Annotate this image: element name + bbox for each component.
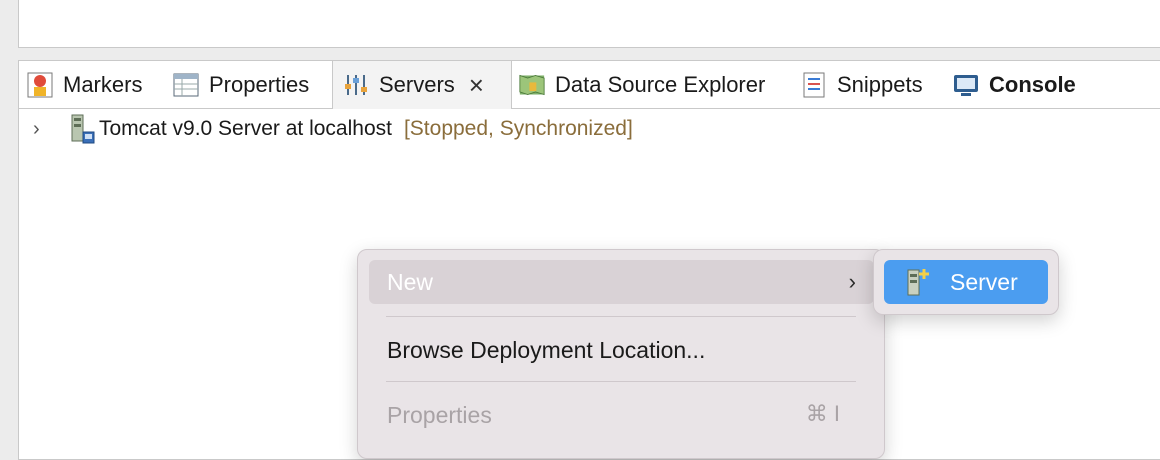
properties-icon [173,73,199,97]
menu-item-label: New [387,268,434,295]
menu-item-label: Properties [387,401,492,428]
menu-separator [386,381,856,382]
server-icon [71,114,95,144]
chevron-right-icon: › [848,269,856,294]
menu-item-new[interactable]: New › [369,260,874,304]
server-tree-item[interactable]: › Tomcat v9.0 Server at localhost [Stopp… [19,113,633,145]
new-submenu: Server [873,249,1059,315]
tab-servers[interactable]: Servers × [332,61,512,109]
markers-icon [27,72,53,98]
tab-label: Properties [209,72,310,97]
menu-item-properties: Properties ⌘ I [369,393,874,437]
tab-properties[interactable]: Properties [173,61,309,109]
tab-console[interactable]: Console [953,61,1076,109]
tab-label: Data Source Explorer [555,72,766,97]
chevron-right-icon[interactable]: › [33,118,47,141]
console-icon [954,75,978,96]
context-menu: New › Browse Deployment Location... Prop… [357,249,885,459]
menu-item-label: Browse Deployment Location... [387,336,706,363]
new-server-icon [907,269,929,296]
servers-icon [345,75,367,95]
tab-data-source-explorer[interactable]: Data Source Explorer [519,61,765,109]
snippets-icon [803,72,825,98]
tab-label: Console [989,72,1076,97]
menu-separator [386,316,856,317]
tab-label: Servers [379,72,455,97]
server-name: Tomcat v9.0 Server at localhost [99,117,392,140]
editor-area[interactable] [18,0,1160,48]
server-status: [Stopped, Synchronized] [403,117,633,140]
menu-item-browse-deployment-location[interactable]: Browse Deployment Location... [369,328,874,372]
tab-label: Markers [63,72,143,97]
tab-markers[interactable]: Markers [27,61,142,109]
close-icon[interactable]: × [469,72,484,98]
tab-snippets[interactable]: Snippets [801,61,923,109]
data-source-explorer-icon [519,74,545,96]
shortcut-label: ⌘ I [805,401,840,426]
submenu-item-label: Server [950,268,1018,295]
tab-label: Snippets [837,72,923,97]
view-tab-bar: Markers Properties Servers × Data Source… [19,61,1160,109]
submenu-item-server[interactable]: Server [884,260,1048,304]
